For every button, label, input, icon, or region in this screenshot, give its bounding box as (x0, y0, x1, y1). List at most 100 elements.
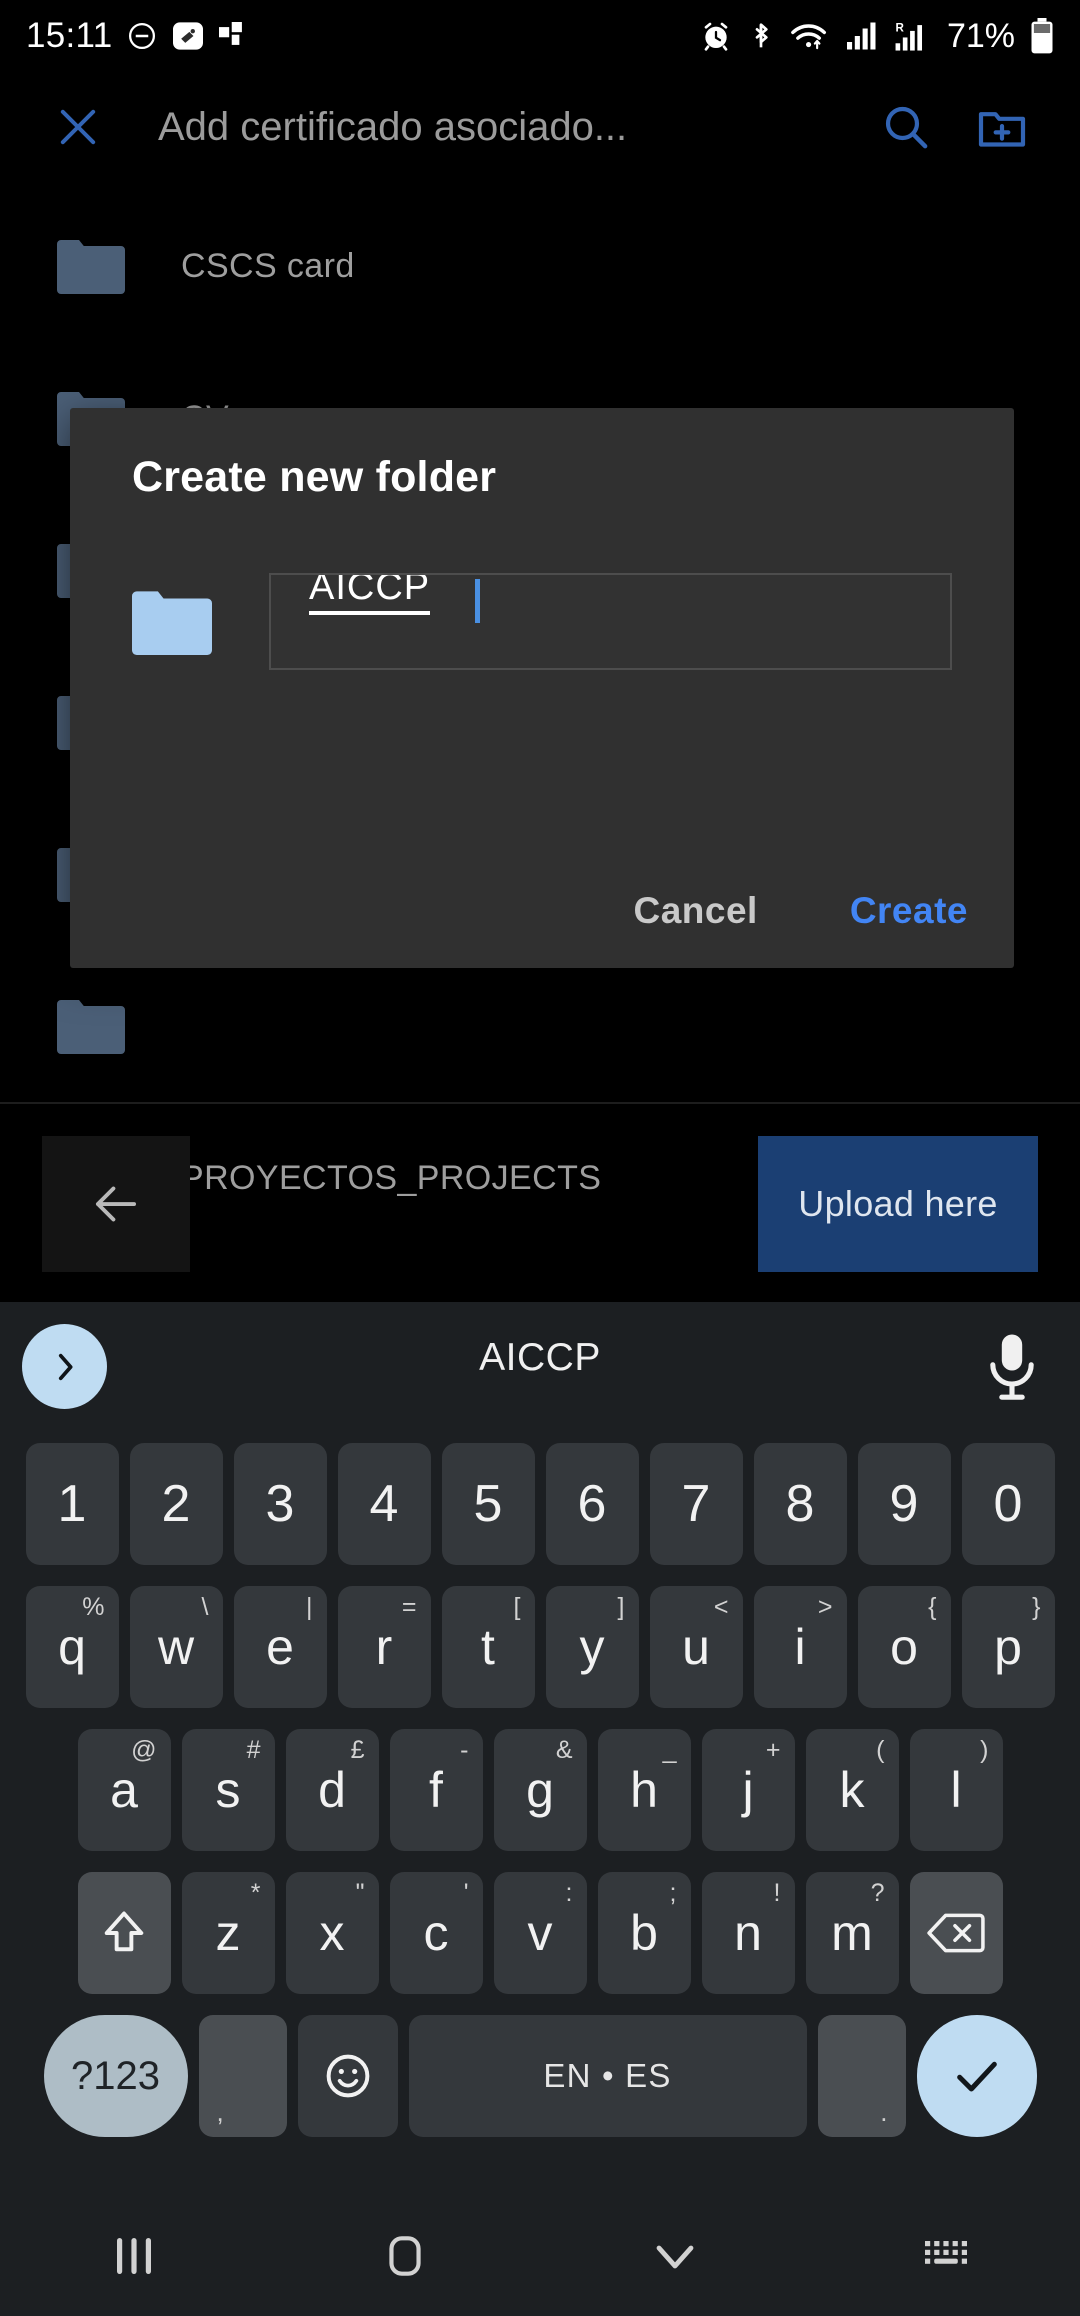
status-time: 15:11 (26, 16, 113, 55)
recents-button[interactable] (0, 2234, 270, 2278)
app-badge-icon (218, 22, 247, 50)
key-y[interactable]: ] y (545, 1585, 639, 1708)
hide-keyboard-button[interactable] (540, 2236, 810, 2276)
upload-here-button[interactable]: Upload here (758, 1136, 1038, 1272)
close-icon (60, 109, 96, 145)
key-alt-label: + (765, 1735, 781, 1764)
key-0[interactable]: 0 (961, 1442, 1055, 1565)
key-7[interactable]: 7 (649, 1442, 743, 1565)
key-h[interactable]: _ h (597, 1728, 691, 1851)
key-label: 2 (161, 1474, 191, 1533)
keyboard-row-bottom: ?123 , EN • ES . (0, 2004, 1080, 2147)
comma-key[interactable]: , (198, 2014, 287, 2137)
keyboard-row-1: % q \ w | e = r [t ] y < u > i {o } p (0, 1575, 1080, 1718)
symbols-key[interactable]: ?123 (43, 2014, 188, 2137)
folder-name-input[interactable]: AICCP (269, 573, 952, 670)
cancel-button[interactable]: Cancel (633, 890, 757, 932)
key-x[interactable]: " x (285, 1871, 379, 1994)
key-4[interactable]: 4 (337, 1442, 431, 1565)
key-alt-label: # (246, 1735, 261, 1764)
key-w[interactable]: \ w (129, 1585, 223, 1708)
voice-input-button[interactable] (982, 1330, 1042, 1402)
key-label: y (579, 1618, 605, 1675)
shift-icon (104, 1911, 144, 1951)
key-8[interactable]: 8 (753, 1442, 847, 1565)
key-label: EN • ES (543, 2057, 672, 2094)
key-g[interactable]: & g (493, 1728, 587, 1851)
key-i[interactable]: > i (753, 1585, 847, 1708)
key-o[interactable]: {o (857, 1585, 951, 1708)
keyboard-switch-icon (925, 2241, 967, 2264)
chevron-down-icon (656, 2245, 694, 2269)
key-alt-label: - (460, 1735, 469, 1764)
shift-key[interactable] (77, 1871, 171, 1994)
key-label: c (423, 1904, 449, 1961)
key-label: h (630, 1761, 658, 1818)
enter-key[interactable] (916, 2014, 1037, 2137)
roaming-signal-icon: R (894, 20, 932, 52)
key-j[interactable]: + j (701, 1728, 795, 1851)
space-key[interactable]: EN • ES (408, 2014, 807, 2137)
key-m[interactable]: ? m (805, 1871, 899, 1994)
key-label: x (319, 1904, 345, 1961)
key-alt-label: < (713, 1592, 729, 1621)
key-d[interactable]: £ d (285, 1728, 379, 1851)
key-alt-label: = (401, 1592, 417, 1621)
key-label: 8 (785, 1474, 815, 1533)
suggestion-word[interactable]: AICCP (0, 1336, 1080, 1380)
key-n[interactable]: ! n (701, 1871, 795, 1994)
list-item[interactable] (0, 950, 1080, 1102)
key-3[interactable]: 3 (233, 1442, 327, 1565)
key-label: t (481, 1618, 495, 1675)
backspace-key[interactable] (909, 1871, 1003, 1994)
home-button[interactable] (270, 2231, 540, 2281)
key-z[interactable]: * z (181, 1871, 275, 1994)
key-c[interactable]: ' c (389, 1871, 483, 1994)
key-q[interactable]: % q (25, 1585, 119, 1708)
folder-icon (57, 238, 125, 294)
list-item[interactable]: CSCS card (0, 190, 1080, 342)
key-p[interactable]: } p (961, 1585, 1055, 1708)
navigation-bar (0, 2196, 1080, 2316)
key-label: q (58, 1618, 86, 1675)
key-e[interactable]: | e (233, 1585, 327, 1708)
key-l[interactable]: ) l (909, 1728, 1003, 1851)
search-button[interactable] (878, 99, 934, 155)
key-label: . (880, 2096, 888, 2127)
key-alt-label: £ (350, 1735, 365, 1764)
key-alt-label: { (928, 1592, 937, 1621)
key-r[interactable]: = r (337, 1585, 431, 1708)
dialog-title: Create new folder (132, 453, 497, 501)
key-1[interactable]: 1 (25, 1442, 119, 1565)
key-a[interactable]: @ a (77, 1728, 171, 1851)
key-alt-label: ] (617, 1592, 625, 1621)
key-9[interactable]: 9 (857, 1442, 951, 1565)
key-b[interactable]: ; b (597, 1871, 691, 1994)
key-s[interactable]: # s (181, 1728, 275, 1851)
key-alt-label: ' (463, 1878, 469, 1907)
key-f[interactable]: -f (389, 1728, 483, 1851)
create-button[interactable]: Create (850, 890, 968, 932)
back-button[interactable] (42, 1136, 190, 1272)
keyboard-switch-button[interactable] (810, 2237, 1080, 2275)
key-t[interactable]: [t (441, 1585, 535, 1708)
key-label: , (216, 2096, 224, 2127)
dnd-icon (127, 21, 157, 51)
key-label: 3 (265, 1474, 295, 1533)
key-6[interactable]: 6 (545, 1442, 639, 1565)
key-v[interactable]: :v (493, 1871, 587, 1994)
emoji-key[interactable] (297, 2014, 398, 2137)
key-5[interactable]: 5 (441, 1442, 535, 1565)
status-bar-right: R 71% (700, 17, 1054, 56)
key-alt-label: ; (669, 1878, 677, 1907)
close-button[interactable] (50, 99, 106, 155)
key-k[interactable]: (k (805, 1728, 899, 1851)
folder-icon (132, 589, 212, 655)
phone-screen: 15:11 R 71% Add certificado asociado... … (0, 0, 1080, 2316)
key-u[interactable]: < u (649, 1585, 743, 1708)
period-key[interactable]: . (817, 2014, 906, 2137)
key-label: d (318, 1761, 346, 1818)
key-2[interactable]: 2 (129, 1442, 223, 1565)
new-folder-button[interactable] (974, 99, 1030, 155)
alarm-icon (700, 20, 732, 52)
